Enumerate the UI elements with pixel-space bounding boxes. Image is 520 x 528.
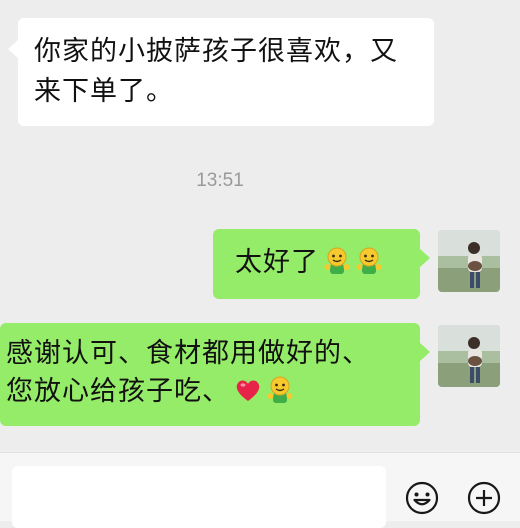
input-bar <box>0 452 520 528</box>
smiley-icon[interactable] <box>404 480 440 516</box>
avatar[interactable] <box>438 230 500 292</box>
incoming-message-text: 你家的小披萨孩子很喜欢，又来下单了。 <box>34 36 398 107</box>
message-timestamp: 13:51 <box>196 170 244 191</box>
outgoing-message-text: 您放心给孩子吃、 <box>6 376 230 407</box>
smile-face-emoji-icon <box>266 376 294 404</box>
message-input[interactable] <box>12 466 386 528</box>
outgoing-message-bubble[interactable]: 太好了 <box>213 229 430 299</box>
incoming-message-bubble[interactable]: 你家的小披萨孩子很喜欢，又来下单了。 <box>8 18 434 126</box>
avatar[interactable] <box>438 325 500 387</box>
outgoing-message-line: 感谢认可、食材都用做好的、 <box>6 338 370 369</box>
smile-face-emoji-icon <box>355 247 383 275</box>
plus-circle-icon[interactable] <box>466 480 502 516</box>
outgoing-message-text: 太好了 <box>235 247 319 278</box>
outgoing-message-bubble[interactable]: 感谢认可、食材都用做好的、 您放心给孩子吃、 <box>0 323 430 426</box>
smile-face-emoji-icon <box>323 247 351 275</box>
outgoing-message-line-2: 您放心给孩子吃、 <box>6 373 420 411</box>
red-heart-emoji-icon <box>234 376 262 404</box>
